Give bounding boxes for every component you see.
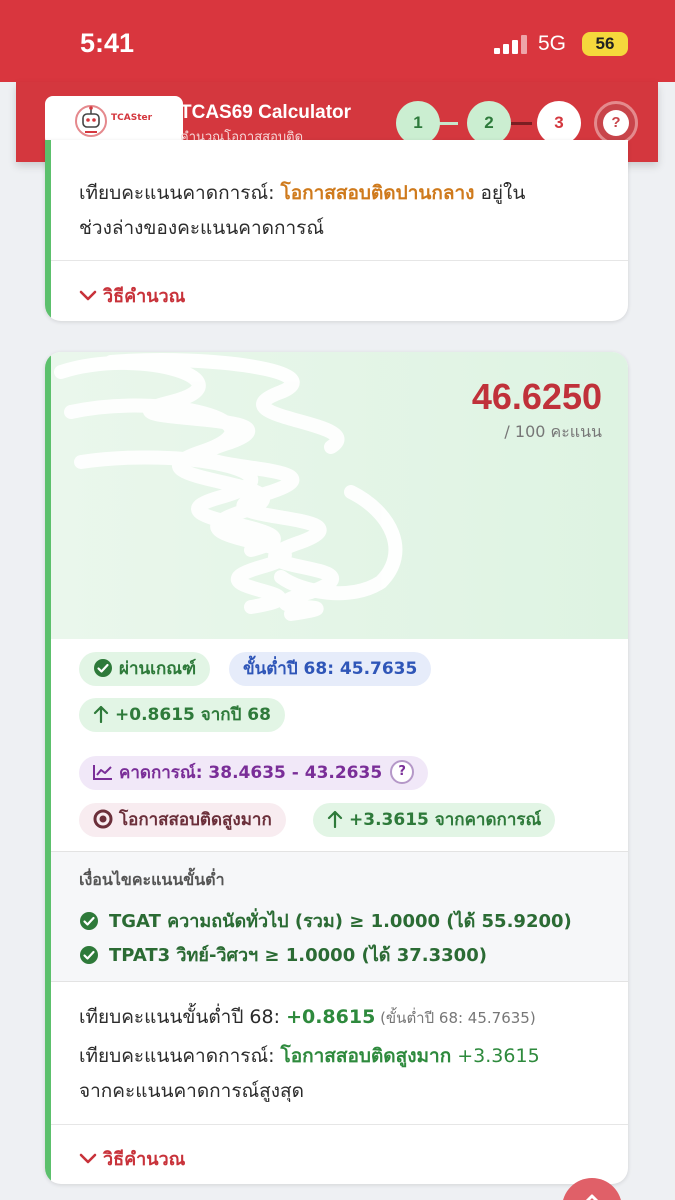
step-3[interactable]: 3 [537, 101, 581, 145]
score-hero: 46.6250 / 100 คะแนน [51, 352, 628, 639]
redacted-scribble [54, 353, 403, 621]
score-max-label: / 100 คะแนน [504, 422, 602, 441]
condition-label: TGAT ความถนัดทั่วไป (รวม) ≥ 1.0000 (ได้ … [109, 911, 572, 932]
chevron-down-icon [79, 290, 97, 300]
min-compare-value: +0.8615 [286, 1006, 376, 1028]
calc-method-label: วิธีคำนวณ [103, 1149, 186, 1170]
diff-predicted-badge: +3.3615 จากคาดการณ์ [313, 803, 556, 837]
condition-item: TGAT ความถนัดทั่วไป (รวม) ≥ 1.0000 (ได้ … [79, 906, 572, 935]
min-compare-note: (ขั้นต่ำปี 68: 45.7635) [375, 1009, 536, 1027]
condition-item: TPAT3 วิทย์-วิศวฯ ≥ 1.0000 (ได้ 37.3300) [79, 940, 487, 969]
chance-badge: โอกาสสอบติดสูงมาก [79, 803, 286, 837]
app-title: TCAS69 Calculator [180, 102, 352, 123]
calc-method-link[interactable]: วิธีคำนวณ [79, 1144, 185, 1173]
diff-predicted-label: +3.3615 จากคาดการณ์ [349, 810, 542, 830]
diff-last-year-label: +0.8615 จากปี 68 [115, 705, 271, 725]
help-icon: ? [603, 109, 629, 136]
condition-label: TPAT3 วิทย์-วิศวฯ ≥ 1.0000 (ได้ 37.3300) [109, 945, 487, 966]
predicted-compare-value: +3.3615 [451, 1045, 540, 1067]
logo-text: TCASter [111, 113, 153, 123]
status-time: 5:41 [80, 28, 135, 58]
predicted-compare-text: เทียบคะแนนคาดการณ์: โอกาสสอบติดสูงมาก +3… [79, 1039, 540, 1109]
result-card-previous: เทียบคะแนนคาดการณ์: โอกาสสอบติดปานกลาง อ… [45, 140, 628, 321]
check-circle-icon [80, 911, 98, 930]
step-indicator: 1 2 3 ? [382, 101, 642, 145]
trend-chart-icon [93, 764, 112, 780]
card-accent-bar [45, 140, 51, 321]
divider [51, 1124, 628, 1125]
result-card: 46.6250 / 100 คะแนน ผ่านเกณฑ์ ขั้นต่ำปี … [45, 352, 628, 1184]
arrow-up-icon [327, 810, 343, 828]
check-circle-icon [94, 658, 112, 677]
target-dot-icon [93, 809, 113, 828]
predicted-range-label: คาดการณ์: 38.4635 - 43.2635 [119, 763, 383, 783]
predicted-compare-line2: จากคะแนนคาดการณ์สูงสุด [79, 1080, 304, 1102]
step-1[interactable]: 1 [396, 101, 440, 145]
help-button[interactable]: ? [594, 101, 638, 145]
predicted-compare-label: เทียบคะแนนคาดการณ์: [79, 1045, 281, 1067]
robot-logo-icon [75, 105, 107, 137]
status-bar: 5:41 5G 56 [0, 0, 675, 82]
predicted-range-badge: คาดการณ์: 38.4635 - 43.2635? [79, 756, 429, 790]
score-value: 46.6250 [471, 376, 602, 417]
app-logo[interactable]: TCASter [45, 96, 183, 146]
min-compare-text: เทียบคะแนนขั้นต่ำปี 68: +0.8615 (ขั้นต่ำ… [79, 1000, 536, 1036]
check-circle-icon [80, 945, 98, 964]
pass-label: ผ่านเกณฑ์ [119, 659, 197, 679]
conditions-title: เงื่อนไขคะแนนขั้นต่ำ [79, 870, 225, 889]
min-conditions-box: เงื่อนไขคะแนนขั้นต่ำ TGAT ความถนัดทั่วไป… [51, 851, 628, 982]
predicted-compare-status: โอกาสสอบติดสูงมาก [280, 1045, 452, 1067]
chevron-up-icon [585, 1194, 599, 1200]
calc-method-label: วิธีคำนวณ [103, 286, 186, 307]
arrow-up-icon [93, 705, 109, 723]
pass-badge: ผ่านเกณฑ์ [79, 652, 211, 686]
chevron-down-icon [79, 1153, 97, 1163]
diff-last-year-badge: +0.8615 จากปี 68 [79, 698, 285, 732]
battery-icon: 56 [582, 32, 628, 56]
predicted-compare-text: เทียบคะแนนคาดการณ์: โอกาสสอบติดปานกลาง อ… [79, 176, 525, 246]
compare-status: โอกาสสอบติดปานกลาง [280, 182, 475, 204]
predicted-help-icon[interactable]: ? [390, 759, 415, 784]
calc-method-link[interactable]: วิธีคำนวณ [79, 281, 185, 310]
min-score-badge: ขั้นต่ำปี 68: 45.7635 [229, 652, 432, 686]
compare-label: เทียบคะแนนคาดการณ์: [79, 182, 281, 204]
min-compare-label: เทียบคะแนนขั้นต่ำปี 68: [79, 1006, 287, 1028]
divider [51, 260, 628, 261]
compare-suffix: อยู่ใน [474, 182, 526, 204]
chance-label: โอกาสสอบติดสูงมาก [119, 810, 272, 830]
step-2[interactable]: 2 [467, 101, 511, 145]
signal-icon [494, 34, 528, 54]
network-type: 5G [538, 32, 567, 55]
compare-line2: ช่วงล่างของคะแนนคาดการณ์ [79, 217, 324, 239]
